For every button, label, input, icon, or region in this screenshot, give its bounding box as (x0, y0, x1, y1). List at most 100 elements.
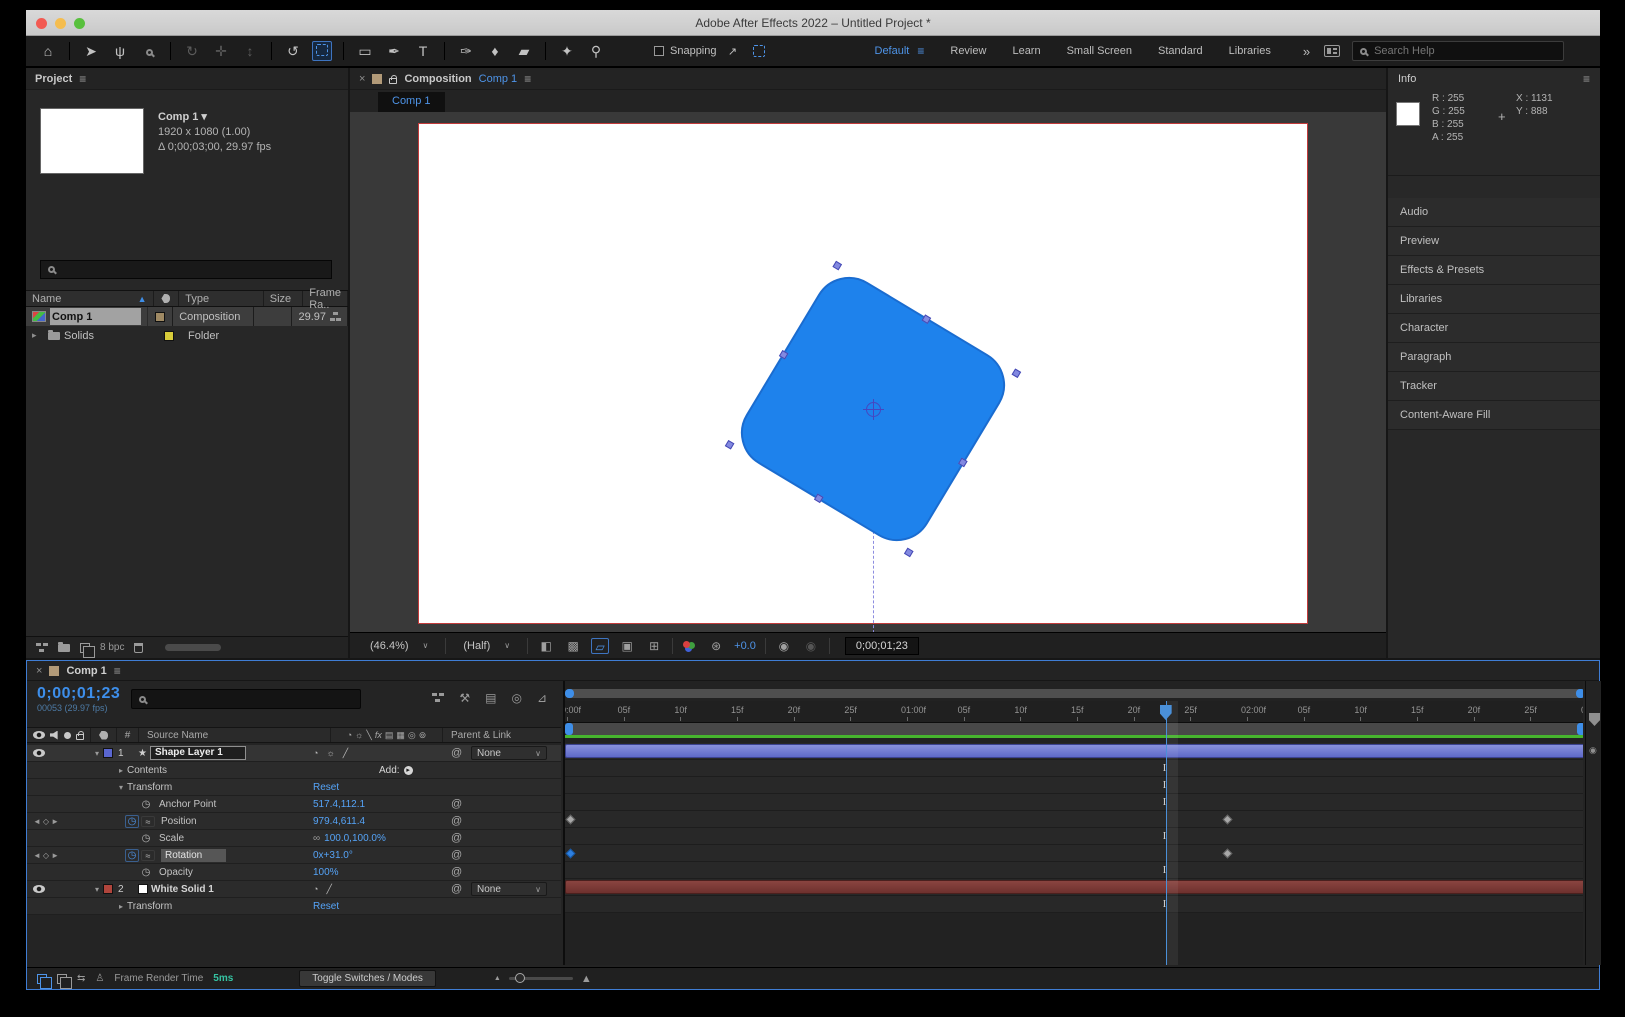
stopwatch-icon[interactable]: ◷ (139, 799, 153, 810)
horizontal-scrollbar[interactable] (165, 644, 221, 651)
channel-rgb-icon[interactable] (682, 640, 698, 652)
group-row-contents[interactable]: ▸ Contents Add:▸ (27, 762, 561, 779)
composition-panel-tab[interactable]: Composition (404, 73, 471, 85)
orbit-camera-tool[interactable]: ↻ (182, 43, 202, 60)
shape-handle[interactable] (904, 548, 914, 558)
quality-switch-icon[interactable]: ╱ (326, 884, 331, 895)
pan-camera-tool[interactable]: ✛ (211, 43, 231, 60)
parent-pickwhip-icon[interactable]: @ (451, 747, 462, 759)
zoom-tool[interactable] (139, 43, 159, 59)
comp-mini-flowchart-icon[interactable] (37, 974, 47, 984)
viewer-tab-comp1[interactable]: Comp 1 (378, 92, 445, 112)
frame-blending-icon[interactable]: ▤ (485, 691, 496, 705)
snapping-checkbox[interactable] (654, 46, 664, 56)
timeline-search[interactable] (131, 689, 361, 709)
sidebar-item-paragraph[interactable]: Paragraph (1388, 343, 1600, 372)
snap-angle-icon[interactable]: ↗ (723, 45, 743, 58)
label-color-swatch[interactable] (164, 331, 174, 341)
layer1-duration-bar[interactable] (565, 744, 1583, 758)
show-snapshot-icon[interactable]: ◉ (802, 638, 820, 654)
pan-behind-anchor-tool[interactable] (312, 41, 332, 61)
motion-blur-person-icon[interactable]: ♙ (95, 973, 104, 984)
workspace-overflow-chevron[interactable]: » (1303, 44, 1310, 59)
sidebar-item-character[interactable]: Character (1388, 314, 1600, 343)
project-row-comp1[interactable]: Comp 1 Composition 29.97 (26, 307, 348, 326)
transform-reset-button[interactable]: Reset (313, 782, 339, 793)
keyframe-navigator[interactable]: ◄◇► (33, 817, 61, 826)
shape-handle[interactable] (922, 314, 932, 324)
fast-previews-icon[interactable]: ◧ (537, 638, 555, 654)
motion-blur-col-icon[interactable]: ◎ (408, 730, 416, 741)
video-column-eye-icon[interactable] (33, 731, 45, 739)
composition-tab-comp-name[interactable]: Comp 1 (479, 73, 518, 85)
workspace-standard[interactable]: Standard (1158, 45, 1203, 57)
shape-handle[interactable] (1012, 368, 1022, 378)
track-row-position-keyframes[interactable] (565, 811, 1583, 828)
expand-chevron-icon[interactable]: ▸ (32, 330, 44, 341)
audio-column-speaker-icon[interactable] (50, 731, 59, 740)
layer-visibility-eye[interactable] (33, 749, 45, 757)
keyframe-diamond[interactable] (566, 849, 576, 859)
region-of-interest-icon[interactable]: ▣ (618, 638, 636, 654)
keyframe-diamond[interactable] (1223, 815, 1233, 825)
shy-switch-icon[interactable]: ◔ (313, 748, 318, 759)
property-pickwhip-icon[interactable]: @ (451, 866, 462, 878)
property-row-anchor-point[interactable]: ◷ Anchor Point 517.4,112.1 @ (27, 796, 561, 813)
layer-row-shape-layer-1[interactable]: ▾ 1 ★ Shape Layer 1 ◔ ☼ ╱ @ None∨ (27, 745, 561, 762)
composition-viewer[interactable] (350, 112, 1386, 632)
project-search-input[interactable] (61, 264, 291, 276)
column-size[interactable]: Size (264, 291, 303, 306)
track-row-anchor-point[interactable]: I (565, 794, 1583, 811)
zoom-slider-knob[interactable] (515, 973, 525, 983)
timeline-search-input[interactable] (152, 693, 332, 705)
effects-icon[interactable]: ▤ (385, 730, 394, 741)
property-row-rotation[interactable]: ◄◇► ◷ ≈ Rotation 0x+31.0° @ (27, 847, 561, 864)
close-panel-icon[interactable]: × (359, 73, 365, 85)
collapse-switch-icon[interactable]: ☼ (326, 748, 334, 759)
composition-panel-menu-icon[interactable]: ≡ (524, 72, 531, 86)
property-pickwhip-icon[interactable]: @ (451, 798, 462, 810)
snapshot-camera-icon[interactable]: ◉ (775, 638, 793, 654)
frame-blend-icon[interactable]: ▦ (396, 730, 405, 741)
parent-dropdown[interactable]: None∨ (471, 746, 547, 760)
zoom-out-mountain-icon[interactable]: ▲ (494, 975, 501, 982)
stopwatch-icon[interactable]: ◷ (139, 867, 153, 878)
eraser-tool[interactable]: ▰ (514, 43, 534, 60)
camera-marker-icon[interactable]: ◉ (1589, 745, 1597, 756)
fx-icon[interactable]: fx (375, 730, 382, 740)
new-composition-icon[interactable] (80, 643, 90, 653)
new-folder-icon[interactable] (58, 644, 70, 652)
shape-handle[interactable] (958, 458, 968, 468)
zoom-slider-track[interactable] (509, 977, 573, 980)
shape-handle[interactable] (832, 261, 842, 271)
motion-blur-icon[interactable]: ◎ (511, 691, 521, 705)
shy-switch-icon[interactable]: ◔ (313, 884, 318, 895)
layer-color-swatch[interactable] (103, 884, 113, 894)
property-row-opacity[interactable]: ◷ Opacity 100% @ (27, 864, 561, 881)
timeline-track-pane[interactable]: 0:00f05f10f15f20f25f01:00f05f10f15f20f25… (563, 681, 1583, 965)
viewer-timecode[interactable]: 0;00;01;23 (845, 637, 919, 655)
shape-handle[interactable] (814, 494, 824, 504)
rotation-value[interactable]: 0x+31.0° (313, 850, 353, 861)
sidebar-item-libraries[interactable]: Libraries (1388, 285, 1600, 314)
property-pickwhip-icon[interactable]: @ (451, 849, 462, 861)
timeline-ruler[interactable]: 0:00f05f10f15f20f25f01:00f05f10f15f20f25… (565, 701, 1583, 723)
sidebar-item-effects-presets[interactable]: Effects & Presets (1388, 256, 1600, 285)
brush-tool[interactable]: ✑ (456, 43, 476, 60)
collapse-transformations-icon[interactable]: ☼ (355, 730, 363, 740)
add-shape-attribute[interactable]: Add:▸ (379, 765, 413, 776)
parent-dropdown[interactable]: None∨ (471, 882, 547, 896)
label-color-swatch[interactable] (155, 312, 165, 322)
info-panel-title[interactable]: Info (1398, 73, 1416, 85)
track-row-layer2[interactable] (565, 879, 1583, 896)
stopwatch-icon-active[interactable]: ◷ (125, 849, 139, 862)
timeline-navigator-bar[interactable] (565, 689, 1583, 698)
guides-grid-icon[interactable]: ⊞ (645, 638, 663, 654)
track-row-contents[interactable]: I (565, 760, 1583, 777)
solo-column-icon[interactable] (64, 732, 71, 739)
anchor-point-crosshair[interactable] (866, 402, 881, 417)
expand-chevron-icon[interactable]: ▸ (115, 902, 127, 911)
type-tool[interactable]: T (413, 43, 433, 59)
keyframe-diamond[interactable] (566, 815, 576, 825)
track-row-opacity[interactable]: I (565, 862, 1583, 879)
